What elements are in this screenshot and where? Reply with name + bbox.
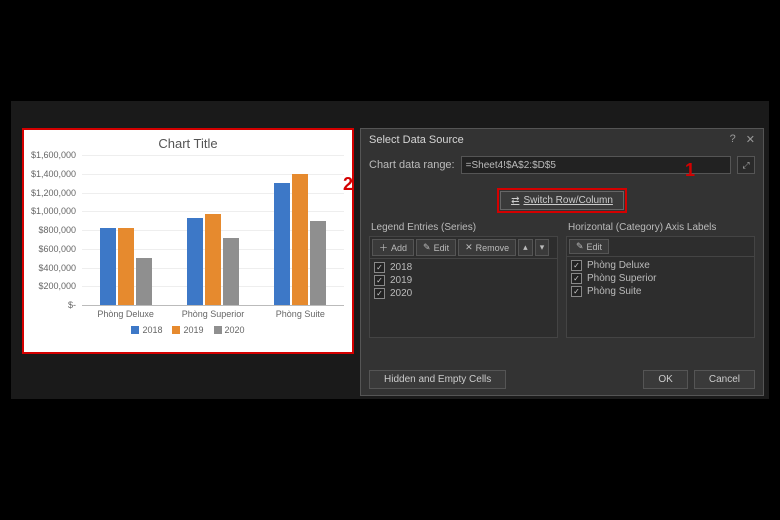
legend-item: 2018 [131, 325, 162, 335]
bar-group [169, 155, 256, 305]
switch-icon: ⇄ [511, 195, 519, 206]
y-tick: $1,400,000 [31, 169, 76, 179]
series-item[interactable]: ✓ 2018 [372, 261, 555, 274]
bar [118, 228, 134, 305]
annotation-1: 1 [685, 160, 695, 181]
series-item-label: 2018 [390, 262, 412, 273]
series-item-label: 2019 [390, 275, 412, 286]
annotation-2: 2 [343, 174, 353, 195]
category-item[interactable]: ✓ Phòng Superior [569, 272, 752, 285]
series-item-label: 2020 [390, 288, 412, 299]
legend-swatch-icon [214, 326, 222, 334]
y-tick: $1,600,000 [31, 150, 76, 160]
bar-group [257, 155, 344, 305]
chart-legend: 2018 2019 2020 [24, 319, 352, 339]
bar [205, 214, 221, 305]
checkbox-icon[interactable]: ✓ [374, 288, 385, 299]
remove-label: Remove [476, 243, 510, 253]
category-item-label: Phòng Suite [587, 286, 642, 297]
legend-swatch-icon [131, 326, 139, 334]
x-axis-labels: Phòng Deluxe Phòng Superior Phòng Suite [82, 305, 344, 319]
cancel-button[interactable]: Cancel [694, 370, 755, 389]
add-icon: ＋ [379, 241, 388, 254]
checkbox-icon[interactable]: ✓ [571, 273, 582, 284]
y-tick: $800,000 [38, 225, 76, 235]
plot-area: $- $200,000 $400,000 $600,000 $800,000 $… [82, 155, 344, 305]
y-tick: $1,000,000 [31, 206, 76, 216]
ok-button[interactable]: OK [643, 370, 687, 389]
remove-series-button[interactable]: ✕Remove [458, 239, 516, 256]
dialog-titlebar: Select Data Source ? ✕ [361, 129, 763, 150]
select-data-source-dialog: Select Data Source ? ✕ Chart data range:… [360, 128, 764, 396]
legend-label: 2019 [183, 325, 203, 335]
legend-entries-header: Legend Entries (Series) [369, 220, 558, 236]
switch-row-column-button[interactable]: ⇄ Switch Row/Column [500, 191, 624, 210]
bar [310, 221, 326, 305]
y-tick: $- [68, 300, 76, 310]
edit-label: Edit [587, 242, 603, 252]
embedded-chart[interactable]: Chart Title $- $200,000 $400,000 $600,00… [22, 128, 354, 354]
axis-labels-list: ✎Edit ✓ Phòng Deluxe ✓ Phòng Superior ✓ Phò… [566, 236, 755, 338]
category-item[interactable]: ✓ Phòng Suite [569, 285, 752, 298]
legend-entries-list: ＋Add ✎Edit ✕Remove ▴ ▾ ✓ 2018 ✓ 2019 ✓ 2020 [369, 236, 558, 338]
bar [187, 218, 203, 305]
collapse-range-icon[interactable]: ⤢ [737, 156, 755, 174]
legend-swatch-icon [172, 326, 180, 334]
legend-label: 2020 [225, 325, 245, 335]
edit-icon: ✎ [423, 242, 431, 253]
edit-label: Edit [434, 243, 450, 253]
category-item-label: Phòng Superior [587, 273, 657, 284]
bar [274, 183, 290, 305]
move-up-button[interactable]: ▴ [518, 239, 533, 256]
legend-item: 2019 [172, 325, 203, 335]
x-label: Phòng Superior [169, 305, 256, 319]
hidden-empty-cells-button[interactable]: Hidden and Empty Cells [369, 370, 506, 389]
chevron-down-icon: ▾ [540, 242, 545, 253]
range-label: Chart data range: [369, 159, 455, 171]
add-series-button[interactable]: ＋Add [372, 239, 414, 256]
bars-container [82, 155, 344, 305]
checkbox-icon[interactable]: ✓ [571, 286, 582, 297]
y-tick: $200,000 [38, 281, 76, 291]
legend-label: 2018 [142, 325, 162, 335]
move-down-button[interactable]: ▾ [535, 239, 550, 256]
bar [292, 174, 308, 305]
checkbox-icon[interactable]: ✓ [374, 275, 385, 286]
category-item-label: Phòng Deluxe [587, 260, 650, 271]
axis-labels-header: Horizontal (Category) Axis Labels [566, 220, 755, 236]
add-label: Add [391, 243, 407, 253]
bar [100, 228, 116, 305]
chevron-up-icon: ▴ [523, 242, 528, 253]
y-axis-ticks: $- $200,000 $400,000 $600,000 $800,000 $… [24, 155, 78, 305]
x-label: Phòng Deluxe [82, 305, 169, 319]
checkbox-icon[interactable]: ✓ [374, 262, 385, 273]
x-label: Phòng Suite [257, 305, 344, 319]
remove-icon: ✕ [465, 242, 473, 253]
dialog-title: Select Data Source [369, 134, 464, 146]
edit-axis-labels-button[interactable]: ✎Edit [569, 239, 609, 254]
edit-icon: ✎ [576, 241, 584, 252]
help-icon[interactable]: ? [730, 133, 736, 146]
y-tick: $400,000 [38, 263, 76, 273]
series-item[interactable]: ✓ 2020 [372, 287, 555, 300]
bar-group [82, 155, 169, 305]
bar [223, 238, 239, 306]
checkbox-icon[interactable]: ✓ [571, 260, 582, 271]
y-tick: $1,200,000 [31, 188, 76, 198]
legend-item: 2020 [214, 325, 245, 335]
edit-series-button[interactable]: ✎Edit [416, 239, 456, 256]
category-item[interactable]: ✓ Phòng Deluxe [569, 259, 752, 272]
y-tick: $600,000 [38, 244, 76, 254]
switch-label: Switch Row/Column [523, 195, 612, 206]
close-icon[interactable]: ✕ [746, 133, 755, 146]
bar [136, 258, 152, 305]
series-item[interactable]: ✓ 2019 [372, 274, 555, 287]
